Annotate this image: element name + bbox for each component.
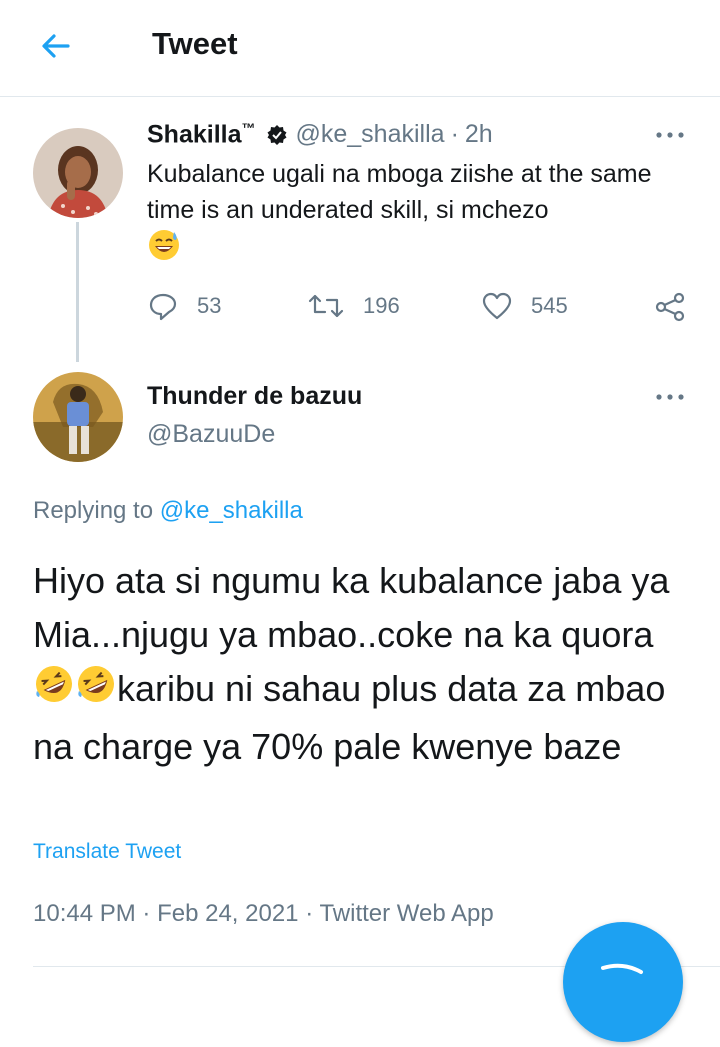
replying-to-handle[interactable]: @ke_shakilla [160,497,303,524]
retweet-button[interactable]: 196 [307,290,400,322]
author-name[interactable]: Shakilla™ [147,120,256,149]
rolling-on-floor-laughing-emoji [33,663,75,720]
page-title: Tweet [152,26,238,61]
verified-badge-icon [266,124,288,146]
like-button[interactable]: 545 [481,290,568,322]
retweet-count: 196 [363,293,400,318]
tweet-text: Hiyo ata si ngumu ka kubalance jaba ya M… [33,554,693,774]
thread-connector-line [76,222,79,362]
reply-count: 53 [197,293,222,318]
translate-tweet-link[interactable]: Translate Tweet [33,840,181,864]
sweat-smile-emoji [147,228,181,272]
retweet-icon [308,294,344,318]
compose-icon [601,963,643,974]
compose-tweet-button[interactable] [563,922,683,1042]
reply-button[interactable]: 53 [147,290,221,322]
author-handle[interactable]: @ke_shakilla [296,120,445,149]
tweet-metadata: 10:44 PM · Feb 24, 2021 · Twitter Web Ap… [33,900,494,927]
tweet-actions-bar: 53 196 545 [147,290,707,330]
tweet-author-row: Shakilla™ @ke_shakilla · 2h [147,120,493,149]
more-options-icon[interactable] [653,390,687,404]
tweet-source[interactable]: Twitter Web App [319,900,493,927]
tweet-time: 2h [464,120,493,149]
separator-dot: · [450,120,459,149]
reply-icon [149,293,177,321]
avatar[interactable] [33,128,123,218]
share-button[interactable] [653,290,687,324]
tweet-time: 10:44 PM [33,900,136,927]
share-icon [655,292,685,322]
replying-to: Replying to @ke_shakilla [33,497,303,524]
avatar[interactable] [33,372,123,462]
tweet-text: Kubalance ugali na mboga ziishe at the s… [147,156,687,272]
author-handle[interactable]: @BazuuDe [147,420,275,449]
rolling-on-floor-laughing-emoji [75,663,117,720]
tweet-date: Feb 24, 2021 [157,900,299,927]
top-app-bar: Tweet [0,0,720,97]
author-name[interactable]: Thunder de bazuu [147,382,362,411]
heart-icon [482,292,512,320]
like-count: 545 [531,293,568,318]
back-arrow-icon[interactable] [36,28,80,64]
more-options-icon[interactable] [653,128,687,142]
